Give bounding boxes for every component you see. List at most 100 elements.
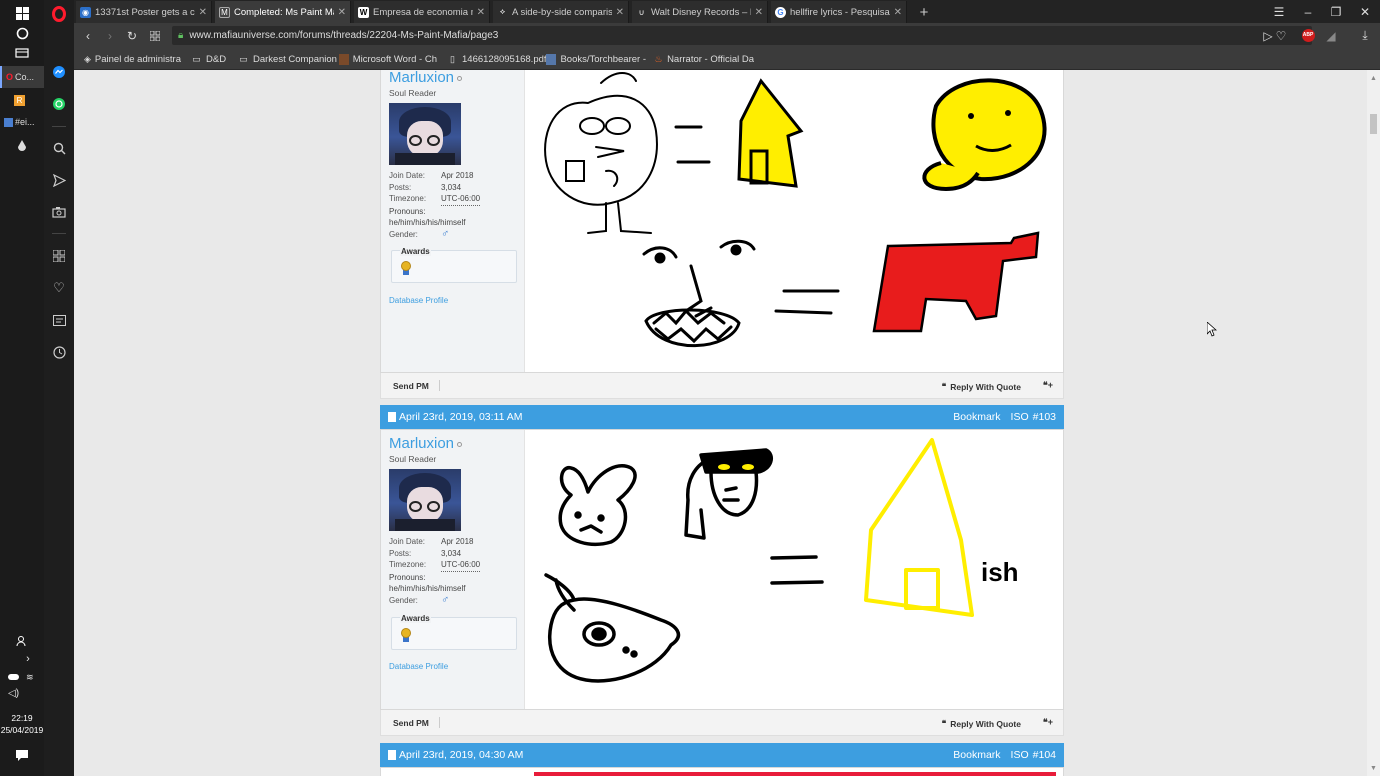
database-profile-link[interactable]: Database Profile [389, 296, 448, 305]
taskbar-clock[interactable]: 22:19 25/04/2019 [0, 712, 44, 736]
username-link[interactable]: Marluxion [389, 70, 463, 86]
address-bar: ‹ › ↻ 🔒︎ www.mafiauniverse.com/forums/th… [74, 23, 1380, 48]
send-icon[interactable] [44, 168, 74, 192]
fire-icon: ♨ [654, 53, 663, 64]
task-view-icon[interactable] [0, 40, 44, 66]
bookmark-word-doc[interactable]: Microsoft Word - Ch [339, 51, 437, 67]
taskbar-app-chat[interactable]: #ei... [0, 111, 44, 133]
send-pm-button[interactable]: Send PM [393, 381, 429, 391]
forward-icon[interactable]: › [99, 25, 121, 46]
post-userinfo: Marluxion Soul Reader Join Date: Apr 2018… [381, 70, 525, 372]
send-pm-button[interactable]: Send PM [393, 718, 429, 728]
bookmark-link[interactable]: Bookmark [953, 749, 1000, 761]
post-number-link[interactable]: #104 [1033, 749, 1056, 761]
site-favicon-icon [339, 53, 349, 65]
avatar[interactable] [389, 103, 461, 165]
extension-icon[interactable]: ◢ [1320, 25, 1342, 46]
username-link[interactable]: Marluxion [389, 435, 463, 452]
action-center-icon[interactable] [0, 742, 44, 768]
forum-post: Marluxion Soul Reader Join Date: Apr 2018… [380, 70, 1064, 373]
news-icon[interactable] [44, 308, 74, 332]
tab-menu-icon[interactable]: ☰ [1265, 0, 1293, 23]
search-icon[interactable] [44, 136, 74, 160]
bookmark-dnd[interactable]: ▭ D&D [191, 51, 226, 67]
bookmark-pdf[interactable]: ▯ 1466128095168.pdf [447, 51, 547, 67]
chat-icon [4, 117, 13, 127]
camera-icon[interactable] [44, 200, 74, 224]
scroll-down-icon[interactable]: ▼ [1367, 762, 1380, 774]
post-number-link[interactable]: #103 [1033, 411, 1056, 423]
close-tab-icon[interactable]: ✕ [199, 7, 207, 18]
post-date: April 23rd, 2019, 03:11 AM [388, 411, 953, 423]
reply-with-quote-button[interactable]: ❝ Reply With Quote [942, 718, 1021, 729]
close-tab-icon[interactable]: ✕ [477, 7, 485, 18]
tab-walt-disney[interactable]: ∪ Walt Disney Records – Hel ✕ [632, 1, 768, 23]
post-userinfo: Marluxion Soul Reader Join Date: Apr 2018… [381, 430, 525, 709]
medal-icon[interactable] [401, 628, 411, 642]
tab-empresa[interactable]: W Empresa de economia mis ✕ [354, 1, 490, 23]
avatar[interactable] [389, 469, 461, 531]
file-icon: ▯ [450, 53, 455, 64]
iso-link[interactable]: ISO [1011, 411, 1029, 423]
volume-icon[interactable]: ◁) [0, 680, 44, 706]
multi-quote-icon[interactable]: ❝+ [1043, 380, 1053, 391]
medal-icon[interactable] [401, 261, 411, 275]
quote-icon: ❝ [941, 718, 947, 728]
reply-with-quote-button[interactable]: ❝ Reply With Quote [942, 381, 1021, 392]
awards-box: Awards [391, 614, 517, 650]
screen: O Co... R #ei... › ≋ ◁) 22:19 25/04/2019 [0, 0, 1380, 776]
bookmark-narrator[interactable]: ♨ Narrator - Official Da [654, 51, 754, 67]
adblock-icon[interactable]: ABP [1297, 25, 1319, 46]
site-favicon-icon [546, 53, 557, 65]
droplet-icon[interactable] [0, 132, 44, 158]
tab-hellfire-lyrics[interactable]: G hellfire lyrics - Pesquisa G ✕ [771, 1, 907, 23]
bookmark-heart-icon[interactable]: ♡ [1270, 25, 1292, 46]
clock-time: 22:19 [11, 713, 33, 723]
ms-paint-drawing [544, 72, 1047, 348]
close-tab-icon[interactable]: ✕ [338, 7, 346, 18]
back-icon[interactable]: ‹ [77, 25, 99, 46]
page-scrollbar[interactable]: ▲ ▼ [1367, 70, 1380, 776]
post-document-icon [388, 750, 396, 760]
post-header: April 23rd, 2019, 04:30 AM Bookmark ISO … [380, 743, 1064, 767]
close-tab-icon[interactable]: ✕ [755, 7, 763, 18]
messenger-icon[interactable] [44, 60, 74, 84]
multi-quote-icon[interactable]: ❝+ [1043, 717, 1053, 728]
whatsapp-icon[interactable] [44, 92, 74, 116]
new-tab-icon[interactable]: + [914, 2, 934, 22]
close-tab-icon[interactable]: ✕ [616, 7, 624, 18]
download-icon[interactable]: ⤓ [1354, 25, 1376, 46]
opera-menu-icon[interactable] [44, 2, 74, 26]
url-input[interactable]: 🔒︎ www.mafiauniverse.com/forums/threads/… [172, 26, 1312, 45]
opera-icon: O [6, 72, 14, 82]
clock-date: 25/04/2019 [0, 725, 44, 735]
taskbar-app-opera[interactable]: O Co... [0, 66, 44, 88]
tab-13371st-poster[interactable]: ◉ 13371st Poster gets a cool ✕ [76, 1, 212, 23]
bookmark-link[interactable]: Bookmark [953, 411, 1000, 423]
heart-diamond-icon: ◈ [84, 53, 91, 64]
close-tab-icon[interactable]: ✕ [894, 7, 902, 18]
user-title: Soul Reader [389, 88, 437, 98]
drawing-ish-text: ish [981, 557, 1019, 587]
tab-grid-icon[interactable] [144, 25, 166, 46]
scroll-up-icon[interactable]: ▲ [1367, 72, 1380, 84]
url-text: www.mafiauniverse.com/forums/threads/222… [189, 30, 499, 41]
tab-ms-paint-mafia[interactable]: M Completed: Ms Paint Mafia ✕ [215, 1, 351, 23]
scroll-thumb[interactable] [1370, 114, 1377, 134]
bookmark-darkest-companion[interactable]: ▭ Darkest Companion [238, 51, 337, 67]
speed-dial-icon[interactable] [44, 244, 74, 268]
database-profile-link[interactable]: Database Profile [389, 662, 448, 671]
taskbar-app-r[interactable]: R [0, 89, 44, 111]
reload-icon[interactable]: ↻ [121, 25, 143, 46]
heart-icon[interactable]: ♡ [44, 276, 74, 300]
minimize-icon[interactable]: – [1294, 0, 1322, 23]
iso-link[interactable]: ISO [1011, 749, 1029, 761]
bookmark-torchbearer[interactable]: Books/Torchbearer - [546, 51, 646, 67]
history-icon[interactable] [44, 340, 74, 364]
bookmark-admin-panel[interactable]: ◈ Painel de administraç [84, 51, 181, 67]
tab-side-by-side[interactable]: ⟡ A side-by-side comparison ✕ [493, 1, 629, 23]
folder-icon: ▭ [192, 53, 201, 64]
app-r-icon: R [14, 94, 25, 106]
close-window-icon[interactable]: ✕ [1351, 0, 1379, 23]
restore-icon[interactable]: ❐ [1322, 0, 1350, 23]
